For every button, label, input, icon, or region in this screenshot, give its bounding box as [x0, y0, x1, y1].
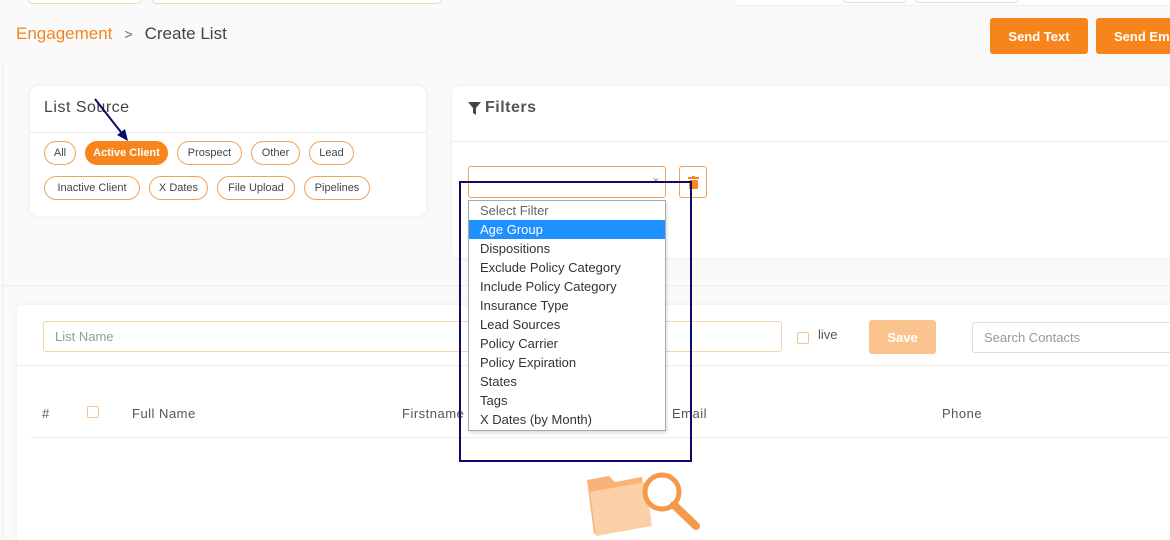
filters-header: Filters: [468, 99, 537, 117]
select-all-checkbox[interactable]: [87, 406, 99, 418]
top-bar-fragment: [28, 0, 142, 4]
breadcrumb: Engagement > Create List: [16, 24, 227, 44]
filter-icon: [468, 101, 481, 115]
save-button[interactable]: Save: [869, 320, 936, 354]
empty-search-folder-icon: [587, 472, 700, 536]
live-label: live: [818, 327, 838, 342]
send-email-label: Send Em: [1114, 28, 1170, 44]
column-header-full-name[interactable]: Full Name: [132, 406, 196, 421]
breadcrumb-engagement-link[interactable]: Engagement: [16, 24, 112, 44]
top-button-fragment[interactable]: [843, 0, 907, 3]
annotation-highlight-box: [459, 181, 692, 462]
filters-divider: [452, 141, 1170, 142]
page-title: Create List: [144, 24, 227, 43]
source-chip-lead[interactable]: Lead: [309, 141, 354, 165]
content-panel-left-border: [2, 60, 3, 540]
annotation-arrow: [94, 98, 128, 141]
send-email-button[interactable]: Send Em: [1096, 18, 1170, 54]
source-chip-file-upload[interactable]: File Upload: [217, 176, 295, 200]
column-header-phone[interactable]: Phone: [942, 406, 982, 421]
live-checkbox[interactable]: [797, 332, 809, 344]
source-chip-all[interactable]: All: [44, 141, 76, 165]
column-header-index: #: [42, 406, 50, 421]
source-chip-inactive-client[interactable]: Inactive Client: [44, 176, 140, 200]
source-chip-other[interactable]: Other: [251, 141, 300, 165]
top-button-fragment[interactable]: [915, 0, 1019, 3]
source-chip-x-dates[interactable]: X Dates: [149, 176, 208, 200]
search-contacts-input[interactable]: Search Contacts: [972, 322, 1170, 353]
send-text-button[interactable]: Send Text: [990, 18, 1088, 54]
source-chip-active-client[interactable]: Active Client: [85, 141, 168, 165]
breadcrumb-separator: >: [124, 26, 133, 42]
filters-title: Filters: [485, 99, 537, 116]
source-chip-pipelines[interactable]: Pipelines: [304, 176, 370, 200]
top-bar-fragment: [152, 0, 442, 4]
source-chip-prospect[interactable]: Prospect: [177, 141, 242, 165]
column-header-firstname[interactable]: Firstname: [402, 406, 464, 421]
